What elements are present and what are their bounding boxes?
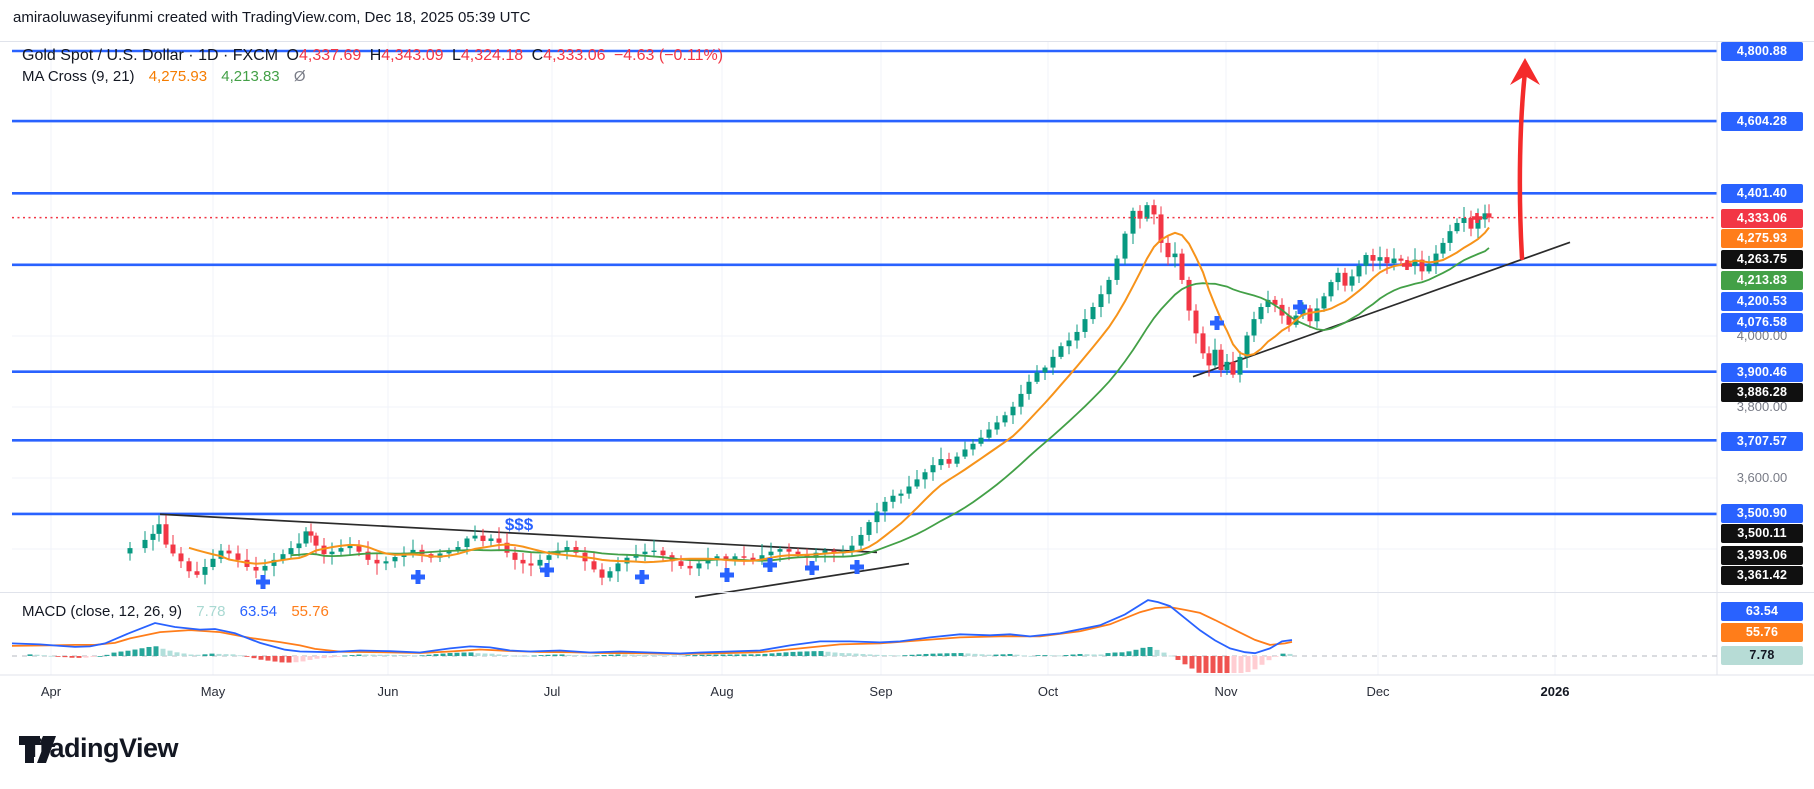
price-axis-label: 4,401.40 [1721,183,1803,203]
ma21-value: 4,213.83 [221,68,280,85]
time-axis-label: Jul [543,684,561,699]
tradingview-snapshot: amiraoluwaseyifunmi created with Trading… [0,0,1814,789]
time-axis-label: Sep [869,684,893,699]
blue-cross-marker [1210,316,1224,330]
macd-signal-value: 55.76 [291,603,329,620]
price-axis-label: 3,707.57 [1721,431,1803,451]
macd-line-value: 63.54 [239,603,278,620]
symbol-legend: Gold Spot / U.S. Dollar · 1D · FXCM O4,3… [22,47,723,65]
blue-cross-marker [256,575,270,589]
ohlc-low-value: 4,324.18 [460,47,524,64]
projection-arrow-shaft [1517,69,1528,261]
price-axis-label: 7.78 [1721,645,1803,665]
time-axis-label: Nov [1214,684,1238,699]
price-axis-tick: 4,000.00 [1736,328,1788,343]
blue-cross-marker [635,570,649,584]
time-axis-label: Jun [377,684,399,699]
macd-legend: MACD (close, 12, 26, 9) 7.78 63.54 55.76 [22,603,329,620]
price-axis-label: 4,604.28 [1721,111,1803,131]
price-axis-label: 4,213.83 [1721,270,1803,290]
ma9-value: 4,275.93 [148,68,208,85]
price-axis-label: 3,361.42 [1721,565,1803,585]
ma-cross-label[interactable]: MA Cross (9, 21) [22,68,135,85]
ohlc-close-label: C [531,47,544,64]
price-axis-tick: 3,600.00 [1736,470,1788,485]
chart-canvas[interactable]: $$$ [0,0,1814,732]
trendline [1192,241,1571,378]
time-axis-label: 2026 [1540,684,1570,699]
ma-cross-legend: MA Cross (9, 21) 4,275.93 4,213.83 Ø [22,68,306,85]
ohlc-low-label: L [452,47,461,64]
tradingview-logo-icon [19,736,56,763]
price-axis-label: 4,800.88 [1721,41,1803,61]
time-axis-label: Dec [1366,684,1390,699]
ohlc-open-label: O [286,47,299,64]
price-axis-tick: 3,800.00 [1736,399,1788,414]
time-axis-label: Aug [710,684,734,699]
macd-hist-value: 7.78 [196,603,226,620]
macd-histogram [27,646,1293,673]
price-axis-label: 4,275.93 [1721,228,1803,248]
ohlc-open-value: 4,337.69 [298,47,362,64]
candles-layer [127,199,1492,586]
ohlc-close-value: 4,333.06 [543,47,606,64]
time-axis-label: Apr [40,684,62,699]
price-axis-label: 55.76 [1721,622,1803,642]
price-axis-label: 3,393.06 [1721,545,1803,565]
price-axis-label: 4,263.75 [1721,249,1803,269]
change-value: −4.63 (−0.11%) [613,47,724,64]
ohlc-high-label: H [369,47,382,64]
price-axis-label: 3,900.46 [1721,362,1803,382]
ohlc-high-value: 4,343.09 [381,47,444,64]
price-axis-label: 63.54 [1721,601,1803,621]
macd-label[interactable]: MACD (close, 12, 26, 9) [22,603,182,620]
price-axis-label: 4,200.53 [1721,291,1803,311]
dollar-annotation: $$$ [505,515,534,534]
price-axis-label: 4,333.06 [1721,208,1803,228]
blue-cross-marker [411,570,425,584]
symbol-title[interactable]: Gold Spot / U.S. Dollar · 1D · FXCM [22,47,278,64]
price-axis-label: 3,500.11 [1721,523,1803,543]
time-axis-label: Oct [1037,684,1059,699]
time-axis-label: May [200,684,226,699]
ma-visibility-icon[interactable]: Ø [294,68,306,85]
tradingview-logo: TradingView [17,733,179,764]
price-axis-label: 3,500.90 [1721,503,1803,523]
